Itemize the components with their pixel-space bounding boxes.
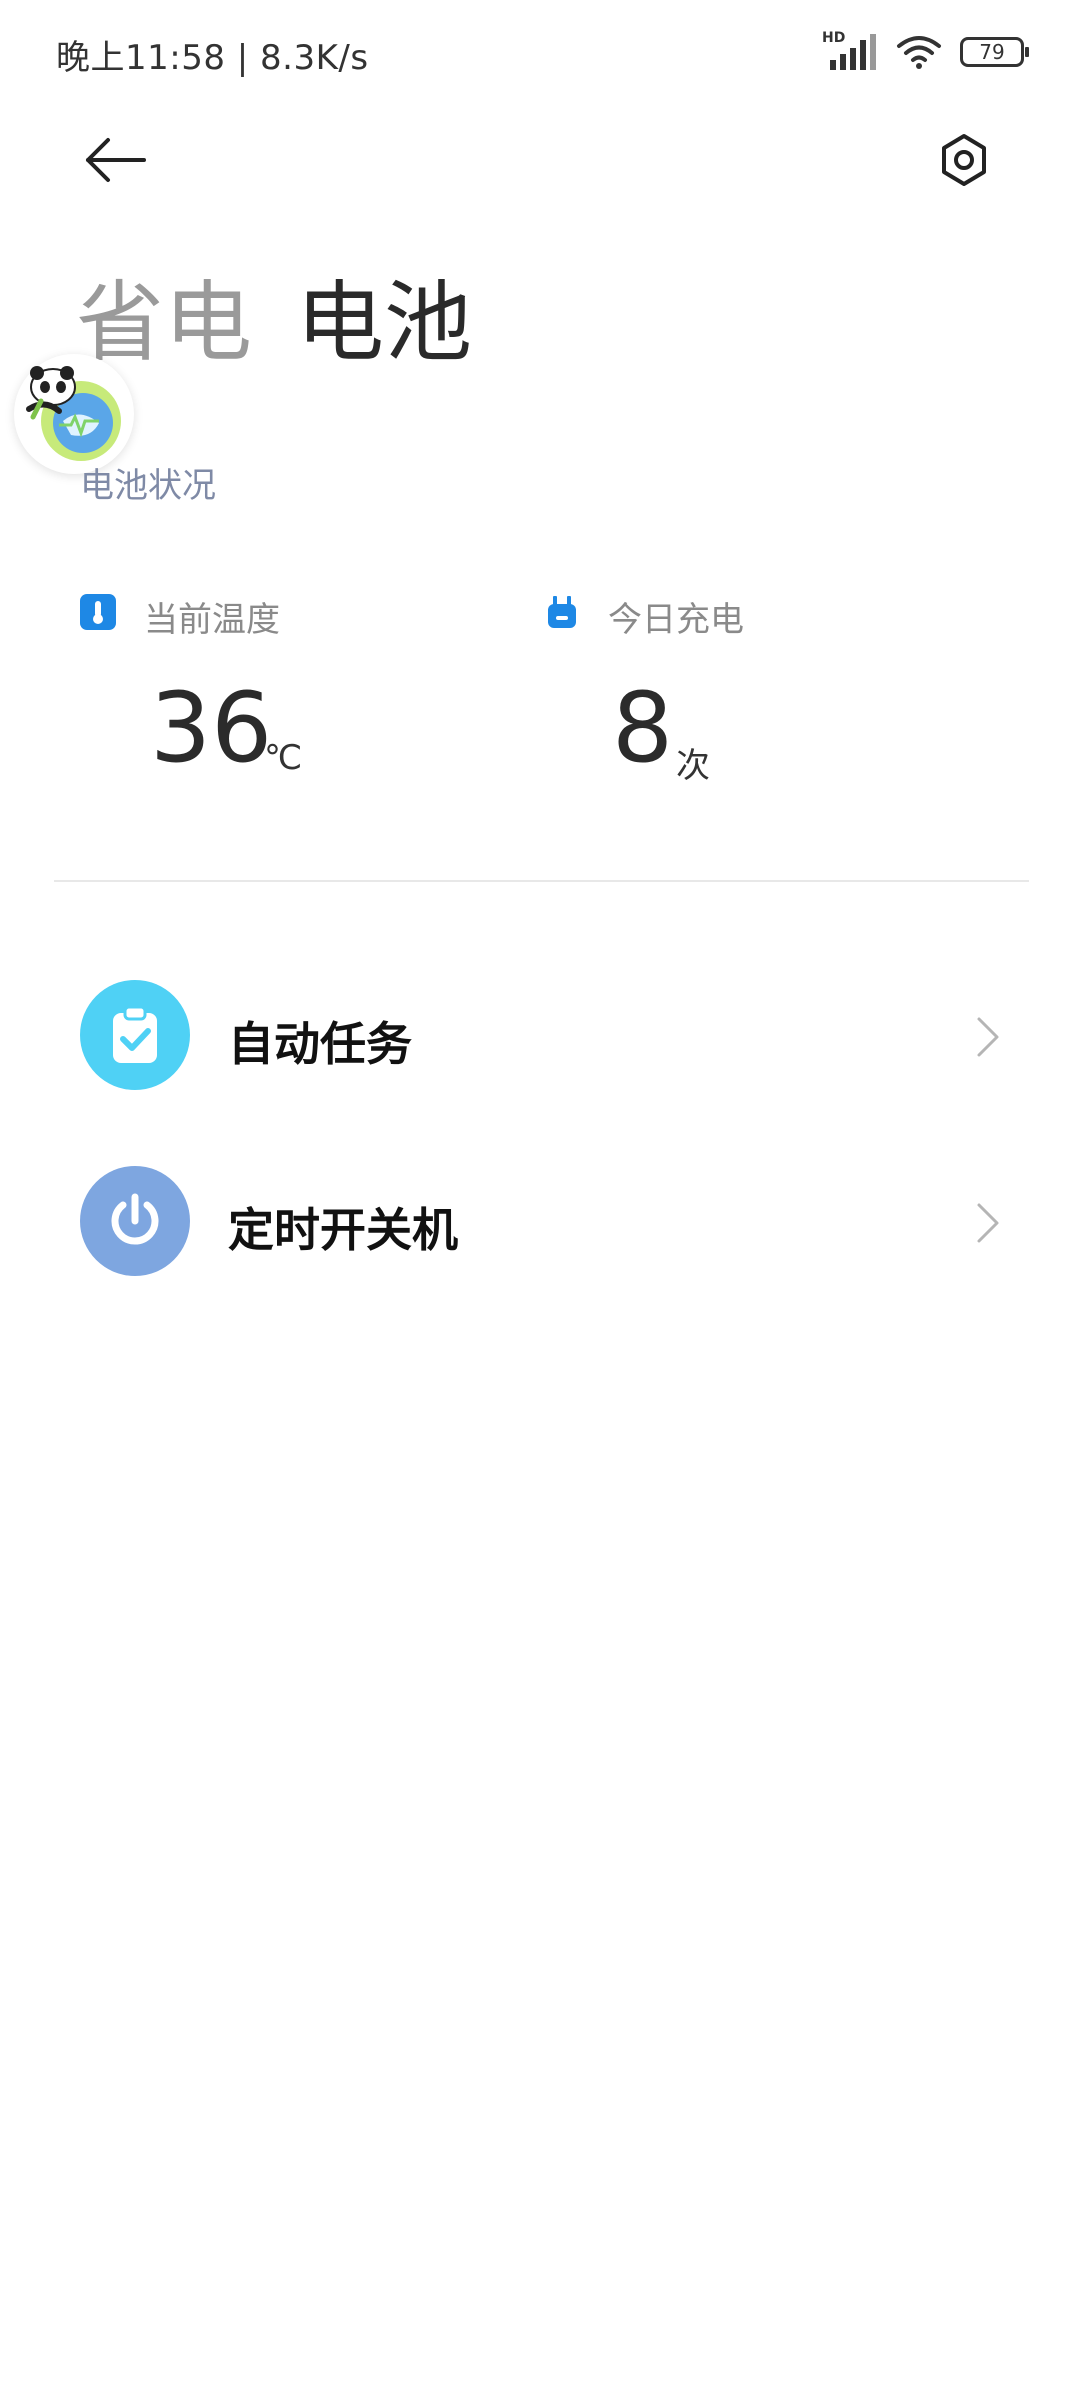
chevron-right-icon	[968, 1198, 1008, 1248]
settings-gear-icon	[942, 134, 986, 186]
menu-item-icon-circle	[80, 1166, 190, 1276]
battery-level: 79	[979, 40, 1005, 64]
stat-charge-label: 今日充电	[608, 600, 744, 640]
divider	[54, 880, 1029, 882]
stat-charge-unit: 次	[676, 746, 710, 786]
menu-item-label: 定时开关机	[228, 1203, 458, 1257]
floating-assistant-badge[interactable]	[14, 354, 134, 474]
settings-button[interactable]	[928, 124, 1000, 196]
thermometer-icon	[80, 594, 116, 630]
menu-item-auto-tasks[interactable]: 自动任务	[0, 962, 1080, 1112]
menu-item-label: 自动任务	[228, 1017, 412, 1071]
status-icons: HD 79	[822, 30, 1029, 74]
back-button[interactable]	[80, 128, 152, 192]
menu-item-scheduled-power[interactable]: 定时开关机	[0, 1148, 1080, 1298]
stat-temperature-value: 36	[150, 672, 273, 784]
battery-icon: 79	[960, 37, 1029, 67]
section-title: 电池状况	[80, 466, 216, 506]
wifi-icon	[897, 36, 941, 69]
stat-charge-value: 8	[612, 672, 674, 784]
clipboard-check-icon	[113, 1005, 157, 1063]
panda-globe-icon	[26, 366, 121, 461]
hd-signal-group: HD	[822, 30, 878, 74]
stat-temperature-label: 当前温度	[144, 600, 280, 640]
signal-icon	[830, 34, 876, 70]
plug-icon	[548, 596, 576, 628]
power-icon	[111, 1193, 159, 1245]
stat-temperature-unit: ℃	[264, 738, 303, 778]
tab-battery[interactable]: 电池	[296, 252, 472, 379]
chevron-right-icon	[968, 1012, 1008, 1062]
back-arrow-icon	[86, 138, 146, 182]
status-time-speed: 晚上11:58 | 8.3K/s	[56, 38, 369, 78]
menu-item-icon-circle	[80, 980, 190, 1090]
